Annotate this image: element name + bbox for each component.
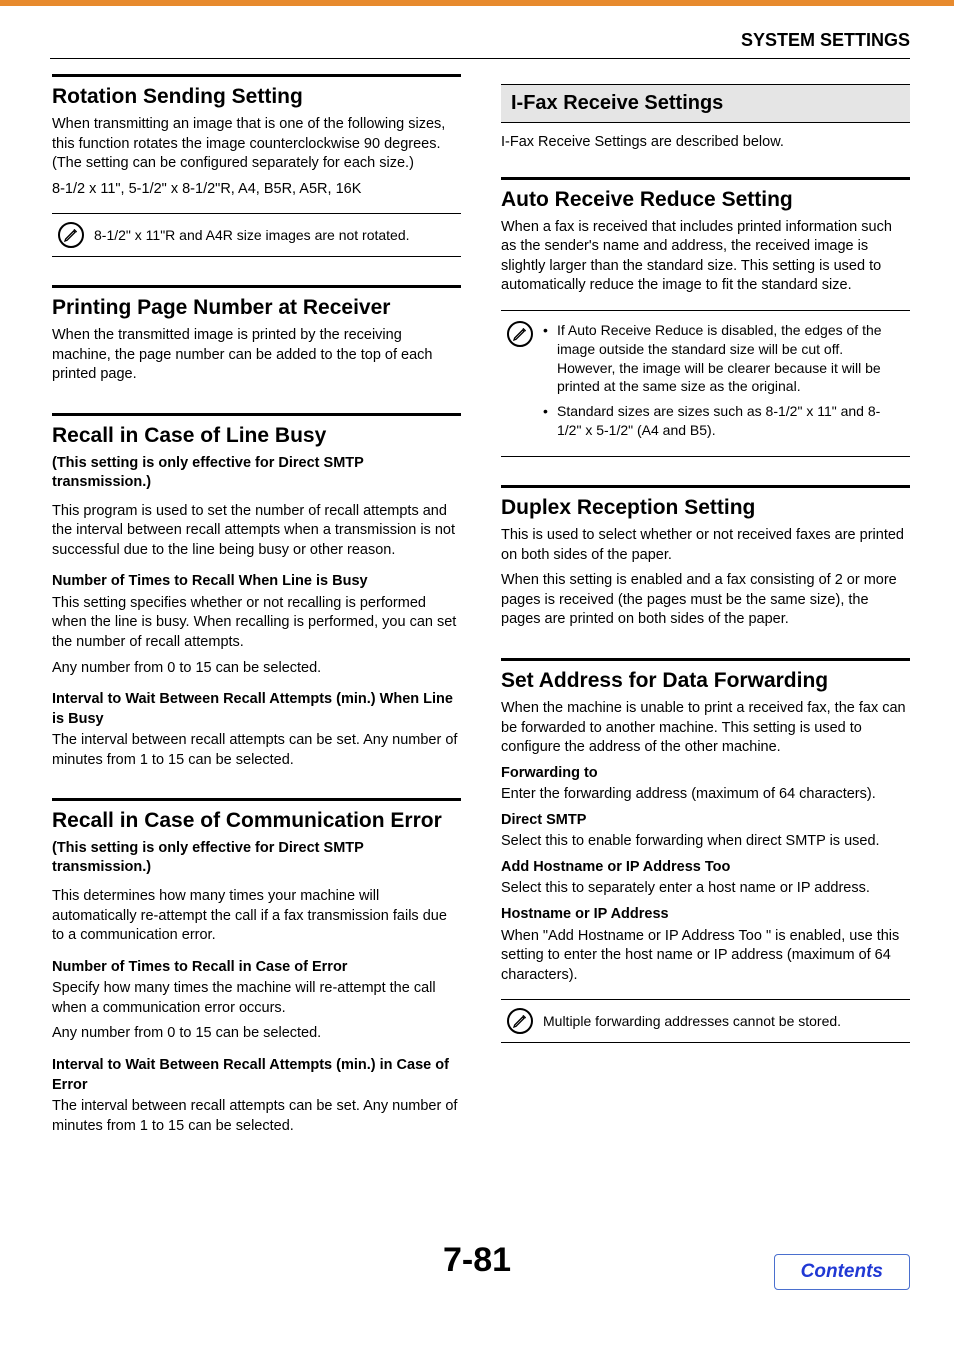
autoreduce-para: When a fax is received that includes pri… [501,218,910,296]
section-rule [52,413,461,416]
autoreduce-heading: Auto Receive Reduce Setting [501,188,910,212]
rotation-para-1: When transmitting an image that is one o… [52,115,461,174]
recall-err-para-3: Any number from 0 to 15 can be selected. [52,1024,461,1044]
recall-busy-para-4: The interval between recall attempts can… [52,731,461,770]
section-rule [52,798,461,801]
forward-heading: Set Address for Data Forwarding [501,669,910,693]
recall-err-para-2: Specify how many times the machine will … [52,979,461,1018]
recall-err-para-4: The interval between recall attempts can… [52,1097,461,1136]
section-auto-receive-reduce: Auto Receive Reduce Setting When a fax i… [501,177,910,458]
section-rule [501,658,910,661]
forward-para-4: Select this to separately enter a host n… [501,879,910,899]
recall-err-para-1: This determines how many times your mach… [52,887,461,946]
left-column: Rotation Sending Setting When transmitti… [52,74,461,1164]
forward-bold-2: Direct SMTP [501,811,910,831]
header-underline [50,58,910,59]
section-data-forwarding: Set Address for Data Forwarding When the… [501,658,910,1043]
autoreduce-note-text: If Auto Receive Reduce is disabled, the … [543,321,904,446]
duplex-para-2: When this setting is enabled and a fax c… [501,571,910,630]
rotation-para-2: 8-1/2 x 11", 5-1/2" x 8-1/2"R, A4, B5R, … [52,180,461,200]
ifax-desc: I-Fax Receive Settings are described bel… [501,133,910,153]
recall-busy-para-1: This program is used to set the number o… [52,502,461,561]
ifax-receive-heading-box: I-Fax Receive Settings [501,84,910,123]
section-rotation-sending: Rotation Sending Setting When transmitti… [52,74,461,257]
recall-busy-para-3: Any number from 0 to 15 can be selected. [52,659,461,679]
rotation-heading: Rotation Sending Setting [52,85,461,109]
recall-busy-bold-1: Number of Times to Recall When Line is B… [52,572,461,592]
forward-note: Multiple forwarding addresses cannot be … [501,999,910,1043]
section-page-number-receiver: Printing Page Number at Receiver When th… [52,285,461,385]
note-icon [507,321,533,347]
forward-para-2: Enter the forwarding address (maximum of… [501,785,910,805]
recall-err-subnote: (This setting is only effective for Dire… [52,839,461,877]
header-accent-bar [0,0,954,6]
section-rule [52,285,461,288]
recall-err-heading: Recall in Case of Communication Error [52,809,461,833]
recall-busy-heading: Recall in Case of Line Busy [52,424,461,448]
section-duplex-reception: Duplex Reception Setting This is used to… [501,485,910,630]
forward-bold-3: Add Hostname or IP Address Too [501,858,910,878]
pagenum-heading: Printing Page Number at Receiver [52,296,461,320]
header-title: SYSTEM SETTINGS [741,30,910,51]
rotation-note-text: 8-1/2" x 11"R and A4R size images are no… [94,226,455,245]
recall-err-bold-2: Interval to Wait Between Recall Attempts… [52,1056,461,1095]
page-body: Rotation Sending Setting When transmitti… [0,62,954,1164]
rotation-note: 8-1/2" x 11"R and A4R size images are no… [52,213,461,257]
recall-busy-subnote: (This setting is only effective for Dire… [52,454,461,492]
pencil-icon [512,1013,528,1029]
contents-button[interactable]: Contents [774,1254,910,1290]
note-icon [58,222,84,248]
forward-bold-1: Forwarding to [501,764,910,784]
duplex-heading: Duplex Reception Setting [501,496,910,520]
pencil-icon [63,227,79,243]
section-recall-busy: Recall in Case of Line Busy (This settin… [52,413,461,770]
forward-para-5: When "Add Hostname or IP Address Too " i… [501,927,910,986]
section-rule [52,74,461,77]
note-icon [507,1008,533,1034]
right-column: I-Fax Receive Settings I-Fax Receive Set… [501,74,910,1164]
forward-note-text: Multiple forwarding addresses cannot be … [543,1012,904,1031]
pencil-icon [512,326,528,342]
section-rule [501,485,910,488]
forward-bold-4: Hostname or IP Address [501,905,910,925]
forward-para-1: When the machine is unable to print a re… [501,699,910,758]
forward-para-3: Select this to enable forwarding when di… [501,832,910,852]
duplex-para-1: This is used to select whether or not re… [501,526,910,565]
section-recall-error: Recall in Case of Communication Error (T… [52,798,461,1136]
autoreduce-note: If Auto Receive Reduce is disabled, the … [501,310,910,457]
autoreduce-note-bullet-2: Standard sizes are sizes such as 8-1/2" … [543,402,904,440]
pagenum-para: When the transmitted image is printed by… [52,326,461,385]
recall-err-bold-1: Number of Times to Recall in Case of Err… [52,958,461,978]
recall-busy-para-2: This setting specifies whether or not re… [52,594,461,653]
page-header: SYSTEM SETTINGS [0,0,954,62]
recall-busy-bold-2: Interval to Wait Between Recall Attempts… [52,690,461,729]
ifax-receive-heading: I-Fax Receive Settings [511,92,900,115]
autoreduce-note-bullet-1: If Auto Receive Reduce is disabled, the … [543,321,904,397]
section-rule [501,177,910,180]
